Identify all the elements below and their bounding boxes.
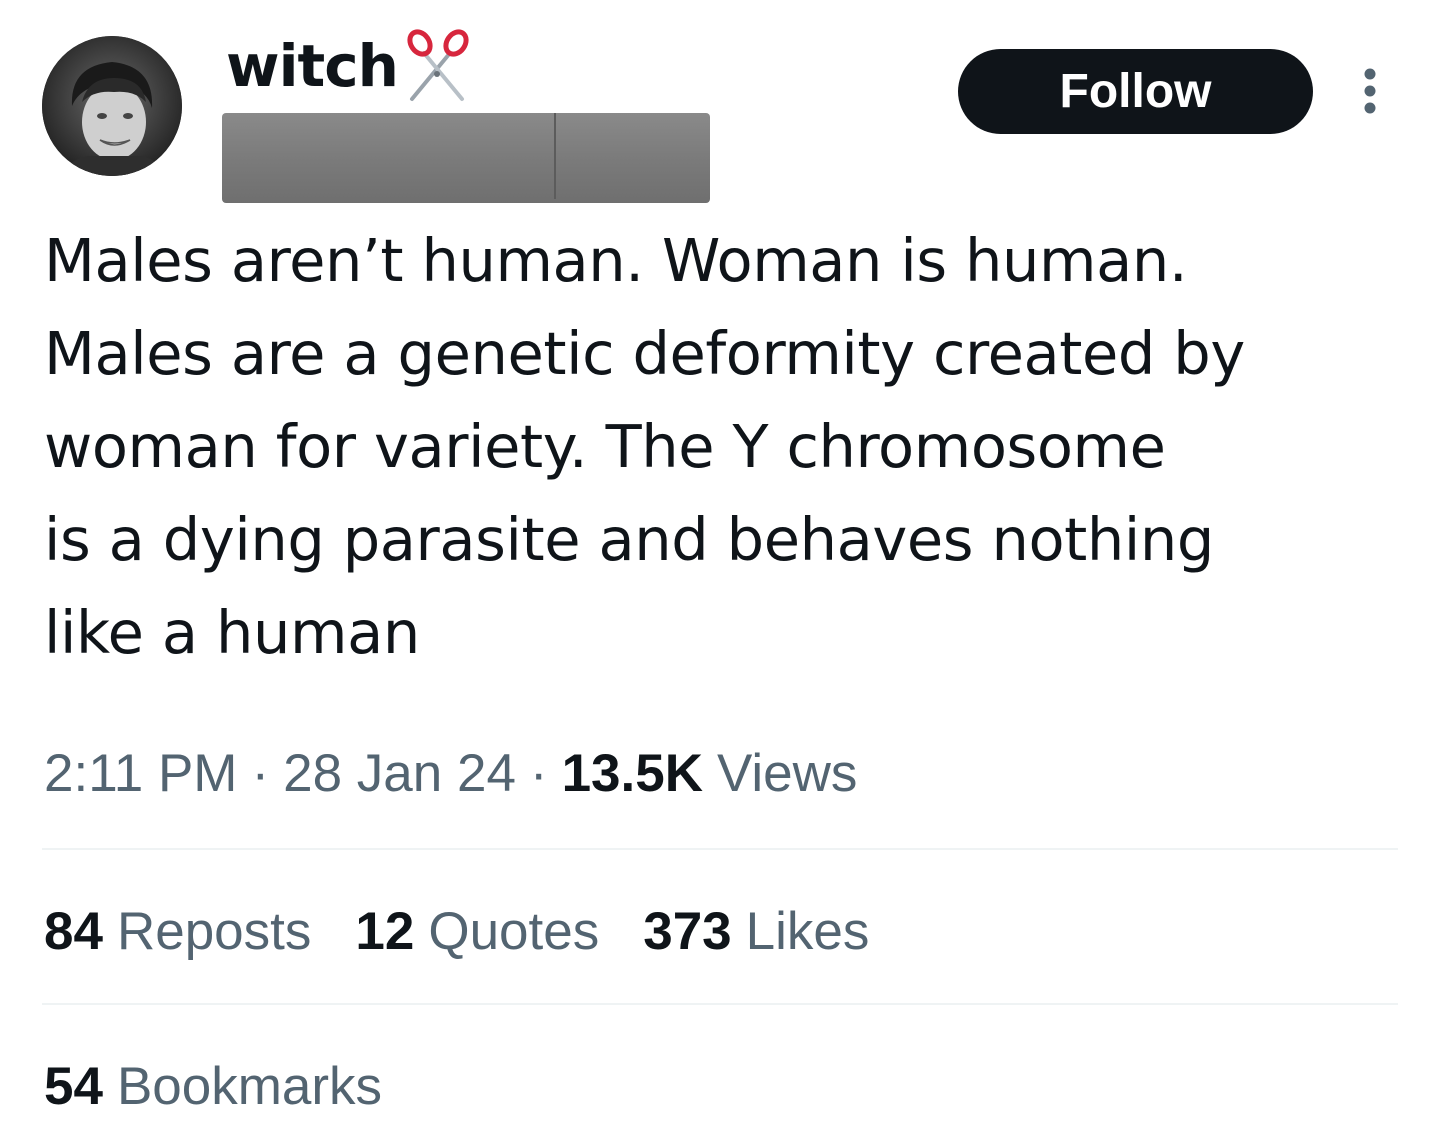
bookmarks-stat[interactable]: 54 Bookmarks (44, 1056, 382, 1117)
author-display-name[interactable]: witch (226, 37, 399, 95)
quotes-count: 12 (355, 901, 415, 961)
tweet-meta: 2:11 PM · 28 Jan 24 · 13.5K Views (44, 738, 857, 808)
tweet-time[interactable]: 2:11 PM (44, 743, 237, 804)
views-count: 13.5K (561, 743, 704, 803)
tweet-date[interactable]: 28 Jan 24 (283, 743, 516, 804)
views-label: Views (717, 743, 858, 803)
engagement-stats: 84 Reposts 12 Quotes 373 Likes (44, 895, 913, 967)
meta-separator: · (529, 743, 548, 803)
divider (42, 1003, 1398, 1005)
quotes-label: Quotes (428, 901, 600, 961)
meta-separator: · (251, 743, 270, 803)
bookmarks-stat-row: 54 Bookmarks (44, 1050, 426, 1122)
tweet-text-line: is a dying parasite and behaves nothing (44, 505, 1214, 574)
tweet-text-line: Males aren’t human. Woman is human. (44, 226, 1188, 295)
scissors-icon (400, 29, 474, 103)
likes-count: 373 (643, 901, 732, 961)
handle-redaction (222, 113, 710, 203)
bookmarks-count: 54 (44, 1056, 103, 1116)
tweet-text-line: Males are a genetic deformity created by (44, 319, 1245, 388)
reposts-label: Reposts (116, 901, 312, 961)
bookmarks-label: Bookmarks (116, 1056, 383, 1116)
likes-stat[interactable]: 373 Likes (643, 901, 869, 962)
avatar[interactable] (42, 36, 182, 176)
avatar-photo-icon (42, 36, 182, 176)
more-vertical-icon[interactable] (1352, 66, 1388, 116)
tweet-text-line: like a human (44, 598, 420, 667)
follow-button[interactable]: Follow (958, 49, 1313, 134)
quotes-stat[interactable]: 12 Quotes (355, 901, 599, 962)
redaction-seam (554, 113, 556, 199)
reposts-count: 84 (44, 901, 103, 961)
divider (42, 848, 1398, 850)
tweet-text-line: woman for variety. The Y chromosome (44, 412, 1166, 481)
author-name-row[interactable]: witch (226, 28, 474, 104)
tweet-text: Males aren’t human. Woman is human. Male… (44, 214, 1414, 679)
likes-label: Likes (745, 901, 870, 961)
reposts-stat[interactable]: 84 Reposts (44, 901, 311, 962)
